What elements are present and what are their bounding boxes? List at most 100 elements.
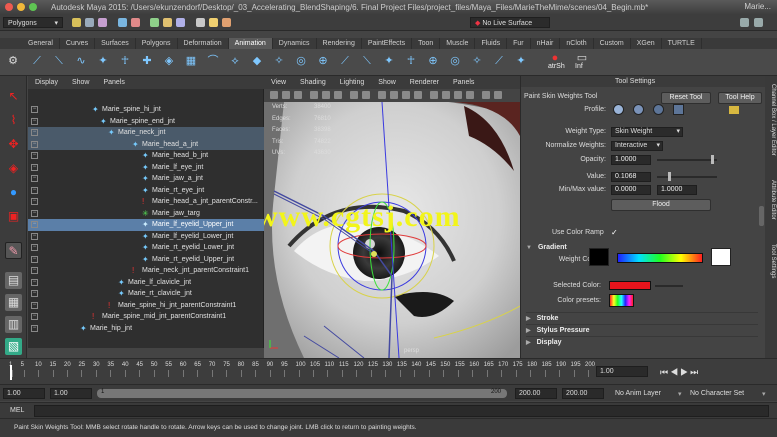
normalize-weights-dropdown[interactable]: Interactive ▾ (611, 141, 663, 151)
constraint-parent-icon[interactable]: ⊕ (316, 54, 330, 68)
collapse-icon[interactable]: − (31, 117, 38, 125)
cluster-icon[interactable]: ◈ (162, 54, 176, 68)
xray-icon[interactable] (494, 91, 502, 99)
time-slider[interactable]: 1510152025303540455055606570758085909510… (0, 358, 777, 384)
collapse-icon[interactable]: − (31, 198, 38, 205)
joint-pivot[interactable] (371, 251, 377, 257)
use-color-ramp-checkbox[interactable]: ✓ (611, 228, 618, 237)
render-icon[interactable] (209, 18, 218, 27)
shelf-menu-button[interactable] (0, 38, 22, 49)
menu-set-dropdown[interactable]: Polygons ▾ (3, 17, 63, 28)
collapse-icon[interactable]: − (31, 175, 38, 182)
collapse-icon[interactable]: − (31, 278, 38, 286)
collapse-icon[interactable]: − (31, 267, 38, 274)
snap-grid-icon[interactable] (150, 18, 159, 27)
menu-panels[interactable]: Panels (96, 76, 131, 89)
menu-panels-vp[interactable]: Panels (446, 76, 481, 89)
profile-browse-icon[interactable] (729, 106, 739, 114)
collapse-icon[interactable]: − (31, 209, 38, 217)
collapse-icon[interactable]: − (31, 106, 38, 113)
character-set-label[interactable]: No Character Set (690, 390, 744, 397)
atrsh-label[interactable]: atrSh (548, 63, 565, 70)
joint-tool-icon[interactable]: ⟋ (30, 54, 44, 68)
constraint-aim-icon[interactable]: ✧ (272, 54, 286, 68)
weight-color-black-swatch[interactable] (589, 248, 609, 266)
wrap-icon[interactable]: ⟡ (228, 54, 242, 68)
menu-renderer[interactable]: Renderer (403, 76, 446, 89)
value-slider[interactable] (657, 176, 717, 178)
rig-script-icon-g[interactable]: ✧ (470, 54, 484, 68)
snap-point-icon[interactable] (176, 18, 185, 27)
rig-script-icon-c[interactable]: ✦ (382, 54, 396, 68)
end-time-field[interactable]: 200.00 (562, 388, 604, 399)
list-item[interactable]: − ✦ Marie_spine_end_jnt (28, 116, 264, 128)
film-gate-icon[interactable] (334, 91, 342, 99)
value-field[interactable]: 0.1068 (611, 172, 651, 182)
scrollbar-thumb[interactable] (759, 206, 764, 226)
tab-rendering[interactable]: Rendering (317, 38, 362, 49)
tab-fur[interactable]: Fur (507, 38, 531, 49)
opacity-slider[interactable] (657, 159, 717, 161)
mel-input[interactable] (34, 405, 769, 417)
motion-blur-icon[interactable] (454, 91, 462, 99)
channel-box-toggle-icon[interactable] (754, 18, 763, 27)
constraint-orient-icon[interactable]: ◎ (294, 54, 308, 68)
select-hierarchy-icon[interactable] (98, 18, 107, 27)
list-item[interactable]: − ✦ Marie_jaw_a_jnt (28, 173, 264, 185)
tab-ncloth[interactable]: nCloth (560, 38, 594, 49)
zoom-window-button[interactable] (29, 3, 37, 11)
tab-surfaces[interactable]: Surfaces (95, 38, 136, 49)
layout-outliner-icon[interactable]: ▥ (5, 316, 22, 333)
list-item[interactable]: − ✦ Marie_lf_clavicle_jnt (28, 277, 264, 289)
menu-show[interactable]: Show (65, 76, 97, 89)
range-slider-bar[interactable]: 1 200 (97, 389, 507, 398)
tab-xgen[interactable]: XGen (631, 38, 662, 49)
color-preset-rainbow[interactable] (609, 294, 634, 307)
list-item[interactable]: −! Marie_neck_jnt_parentConstraint1 (28, 265, 264, 277)
list-item[interactable]: − ✦ Marie_rt_clavicle_jnt (28, 288, 264, 300)
anim-layer-dropdown-icon[interactable]: ▾ (678, 390, 682, 398)
save-icon[interactable] (85, 18, 94, 27)
collapse-icon[interactable]: − (31, 232, 38, 240)
collapse-icon[interactable]: − (31, 140, 38, 148)
tab-general[interactable]: General (22, 38, 60, 49)
rig-script-icon-f[interactable]: ◎ (448, 54, 462, 68)
ik-spline-icon[interactable]: ∿ (74, 54, 88, 68)
manipulator-tool-icon[interactable]: ▣ (5, 208, 22, 225)
stroke-section-header[interactable]: ▶ Stroke (526, 312, 758, 323)
display-section-header[interactable]: ▶ Display (526, 336, 758, 347)
ipr-render-icon[interactable] (222, 18, 231, 27)
stylus-pressure-section-header[interactable]: ▶ Stylus Pressure (526, 324, 758, 335)
safe-action-icon[interactable] (362, 91, 370, 99)
list-item[interactable]: − ✦ Marie_lf_eye_jnt (28, 162, 264, 174)
smooth-shade-icon[interactable] (390, 91, 398, 99)
list-item[interactable]: − ✦ Marie_head_b_jnt (28, 150, 264, 162)
rig-script-icon-d[interactable]: ☥ (404, 54, 418, 68)
anim-layer-label[interactable]: No Anim Layer (615, 390, 661, 397)
lasso-tool-icon[interactable]: ⌇ (5, 112, 22, 129)
list-item[interactable]: −! Marie_spine_hi_jnt_parentConstraint1 (28, 300, 264, 312)
collapse-icon[interactable]: − (31, 290, 38, 297)
opacity-slider-handle[interactable] (711, 155, 714, 164)
tab-muscle[interactable]: Muscle (440, 38, 476, 49)
weight-color-white-swatch[interactable] (711, 248, 731, 266)
rig-script-icon-a[interactable]: ⟋ (338, 54, 352, 68)
collapse-icon[interactable]: − (31, 324, 38, 332)
shelf-gear-icon[interactable]: ⚙ (6, 54, 20, 68)
profile-soft-icon[interactable] (633, 104, 644, 115)
tab-painteffects[interactable]: PaintEffects (362, 38, 413, 49)
list-item[interactable]: − ✦ Marie_spine_hi_jnt (28, 104, 264, 116)
lights-icon[interactable] (414, 91, 422, 99)
anti-aliasing-icon[interactable] (466, 91, 474, 99)
current-frame-field[interactable]: 1.00 (596, 366, 648, 377)
tab-custom[interactable]: Custom (594, 38, 631, 49)
tool-help-button[interactable]: Tool Help (718, 92, 762, 104)
history-icon[interactable] (196, 18, 205, 27)
close-window-button[interactable] (5, 3, 13, 11)
image-plane-icon[interactable] (310, 91, 318, 99)
list-item[interactable]: − ✦ Marie_hip_jnt (28, 323, 264, 335)
live-surface-field[interactable]: ◆ No Live Surface (470, 17, 550, 28)
move-tool-icon[interactable]: ✥ (5, 136, 22, 153)
character-pose-icon[interactable]: ☥ (118, 54, 132, 68)
menu-shading[interactable]: Shading (293, 76, 333, 89)
